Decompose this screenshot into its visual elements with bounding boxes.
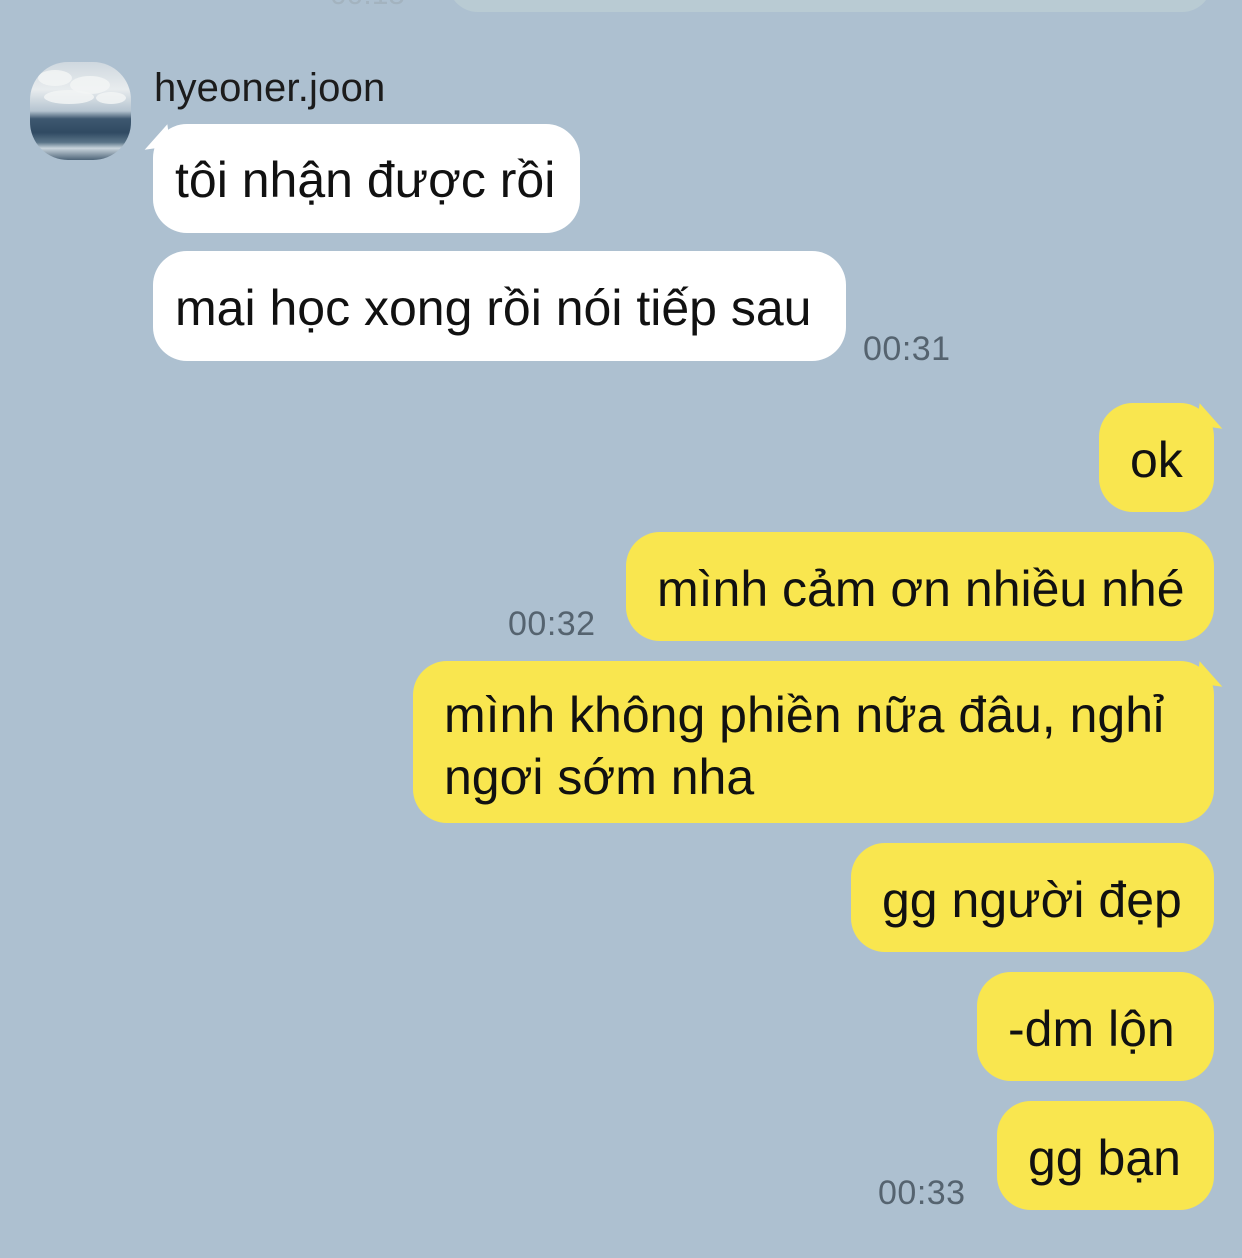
chat-area[interactable]: 00:15 hyeoner.joon tôi nhận được rồi mai… <box>0 0 1242 1258</box>
outgoing-message-bubble[interactable]: gg người đẹp <box>851 843 1214 952</box>
bubble-tail <box>1196 661 1226 687</box>
message-text: tôi nhận được rồi <box>175 152 556 208</box>
message-text: mình cảm ơn nhiều nhé <box>657 561 1185 617</box>
outgoing-message-bubble[interactable]: ok <box>1099 403 1226 512</box>
avatar-cloud <box>38 70 72 86</box>
outgoing-message-bubble[interactable]: mình không phiền nữa đâu, nghỉ ngơi sớm … <box>413 661 1226 823</box>
incoming-message-bubble[interactable]: tôi nhận được rồi <box>141 124 580 233</box>
message-text: ok <box>1130 432 1183 488</box>
outgoing-message-bubble[interactable]: -dm lộn <box>977 972 1214 1081</box>
outgoing-message-bubble[interactable]: gg bạn <box>997 1101 1214 1210</box>
previous-message-bubble[interactable] <box>448 0 1212 12</box>
avatar-cloud <box>44 90 94 104</box>
bubble-tail <box>1196 403 1226 429</box>
message-time: 00:33 <box>878 1174 966 1212</box>
message-text: mình không phiền nữa đâu, nghỉ ngơi sớm … <box>444 687 1165 805</box>
message-text: gg người đẹp <box>882 872 1182 928</box>
avatar-cloud <box>96 92 126 104</box>
incoming-message-bubble[interactable]: mai học xong rồi nói tiếp sau <box>153 251 846 361</box>
previous-message-time: 00:15 <box>330 0 405 12</box>
message-text: mai học xong rồi nói tiếp sau <box>175 280 812 336</box>
message-text: -dm lộn <box>1008 1001 1175 1057</box>
message-time: 00:31 <box>863 330 951 368</box>
bubble-tail <box>141 124 171 150</box>
message-time: 00:32 <box>508 605 596 643</box>
contact-name: hyeoner.joon <box>154 66 386 110</box>
contact-avatar[interactable] <box>30 62 131 160</box>
message-text: gg bạn <box>1028 1130 1181 1186</box>
outgoing-message-bubble[interactable]: mình cảm ơn nhiều nhé <box>626 532 1214 641</box>
